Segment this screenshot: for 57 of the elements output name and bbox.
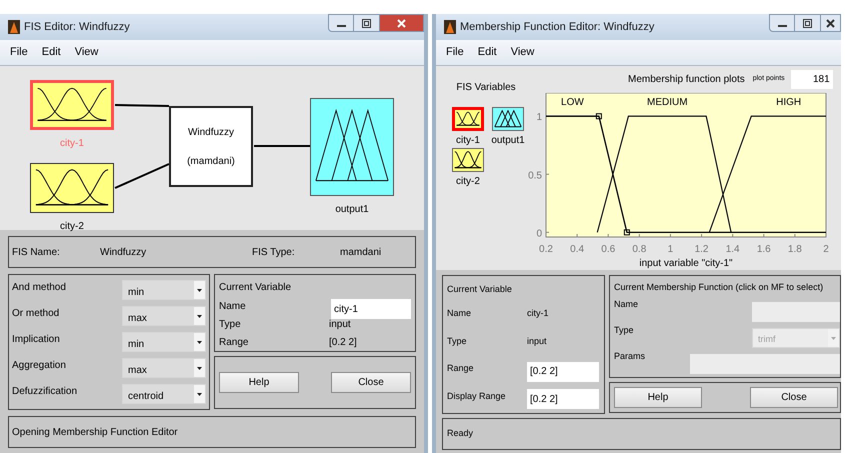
x-tick-label: 1.4 bbox=[726, 244, 740, 255]
field-label: Range bbox=[219, 336, 250, 350]
field-label: FIS Name: bbox=[12, 246, 61, 260]
status-text: Opening Membership Function Editor bbox=[12, 426, 178, 440]
field-label: FIS Type: bbox=[252, 246, 296, 260]
x-tick-label: 0.4 bbox=[570, 244, 584, 255]
window-title: FIS Editor: Windfuzzy bbox=[24, 20, 130, 35]
x-tick-label: 1.8 bbox=[788, 244, 802, 255]
panel-title: FIS Variables bbox=[456, 81, 516, 95]
method-label: Implication bbox=[12, 333, 60, 347]
variable-label: city-1 bbox=[59, 137, 85, 151]
field-label: Range bbox=[447, 362, 475, 375]
field-label: Name bbox=[447, 307, 472, 320]
method-label: Defuzzification bbox=[12, 385, 78, 399]
curve-label: MEDIUM bbox=[647, 97, 688, 108]
field-value: input bbox=[329, 318, 351, 332]
field-value: input bbox=[527, 334, 547, 348]
variable-label: city-2 bbox=[59, 220, 85, 234]
x-tick-label: 1 bbox=[668, 244, 674, 255]
x-tick-label: 0.2 bbox=[539, 244, 553, 255]
status-text: Ready bbox=[447, 427, 474, 440]
chart-title: Membership function plots bbox=[628, 73, 745, 87]
system-name: Windfuzzy bbox=[188, 126, 234, 140]
curve-label: LOW bbox=[561, 97, 584, 108]
field-label: Type bbox=[614, 324, 635, 338]
y-tick-label: 0 bbox=[536, 228, 542, 240]
panel-title: Current Variable bbox=[219, 281, 292, 295]
field-label: Type bbox=[447, 334, 468, 348]
field-value: [0.2 2] bbox=[329, 336, 357, 350]
variable-label: output1 bbox=[491, 134, 525, 148]
window-title: Membership Function Editor: Windfuzzy bbox=[460, 20, 654, 35]
y-tick-label: 1 bbox=[536, 112, 542, 124]
method-label: Aggregation bbox=[12, 359, 66, 373]
field-value: city-1 bbox=[527, 307, 549, 320]
field-label: Name bbox=[219, 300, 247, 314]
field-label: Name bbox=[614, 298, 640, 312]
x-tick-label: 1.6 bbox=[756, 244, 771, 255]
panel-title: Current Variable bbox=[447, 282, 513, 296]
x-tick-label: 0.8 bbox=[632, 244, 646, 255]
panel-title: Current Membership Function (click on MF to select) bbox=[614, 280, 824, 294]
x-tick-label: 1.2 bbox=[694, 244, 708, 255]
field-label: Display Range bbox=[447, 390, 507, 403]
variable-label: city-1 bbox=[456, 134, 480, 148]
field-label: Params bbox=[614, 350, 646, 364]
field-label: Type bbox=[219, 318, 242, 332]
x-axis-label: input variable "city-1" bbox=[639, 258, 733, 269]
method-label: Or method bbox=[12, 307, 60, 321]
x-tick-label: 2 bbox=[823, 244, 829, 255]
field-value: mamdani bbox=[340, 246, 382, 260]
method-label: And method bbox=[12, 281, 66, 295]
x-tick-label: 0.6 bbox=[601, 244, 616, 255]
field-value: Windfuzzy bbox=[100, 246, 148, 260]
variable-label: output1 bbox=[334, 203, 370, 217]
y-tick-label: 0.5 bbox=[528, 170, 542, 182]
system-type: (mamdani) bbox=[187, 154, 235, 168]
curve-label: HIGH bbox=[776, 97, 802, 108]
variable-label: city-2 bbox=[456, 175, 480, 189]
